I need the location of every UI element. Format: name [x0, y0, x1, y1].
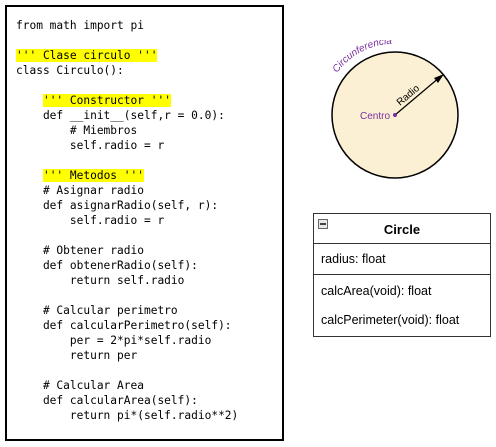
code-line: def obtenerRadio(self): — [16, 259, 198, 272]
code-line: def asignarRadio(self, r): — [16, 199, 219, 212]
uml-methods-section: calcArea(void): float calcPerimeter(void… — [314, 275, 490, 335]
uml-method: calcPerimeter(void): float — [321, 313, 460, 327]
code-panel: from math import pi ''' Clase circulo '''… — [5, 5, 284, 441]
code-line: def calcularArea(self): — [16, 394, 198, 407]
code-line: def __init__(self,r = 0.0): — [16, 109, 225, 122]
code-line: def calcularPerimetro(self): — [16, 319, 232, 332]
code-line: ''' Metodos ''' — [16, 168, 144, 183]
circle-diagram: Circunferencia Radio Centro — [331, 40, 459, 179]
code-line: ''' Constructor ''' — [16, 93, 171, 108]
code-line: return per — [16, 349, 138, 362]
code-line: ''' Clase circulo ''' — [16, 48, 158, 63]
code-line: return self.radio — [16, 274, 185, 287]
code-line: # Asignar radio — [16, 184, 144, 197]
code-line: self.radio = r — [16, 214, 165, 227]
center-label: Centro — [360, 111, 390, 122]
center-point — [393, 113, 397, 117]
code-line: class Circulo(): — [16, 64, 124, 77]
code-line: # Obtener radio — [16, 244, 144, 257]
code-line: from math import pi — [16, 19, 144, 32]
uml-class-name: Circle — [383, 222, 421, 237]
code-line: self.radio = r — [16, 139, 165, 152]
highlighted-comment: ''' Constructor ''' — [42, 94, 171, 107]
code-line: # Miembros — [16, 124, 138, 137]
code-line: per = 2*pi*self.radio — [16, 334, 212, 347]
code-line: # Calcular Area — [16, 379, 144, 392]
code-line: return pi*(self.radio**2) — [16, 409, 239, 422]
uml-method: calcArea(void): float — [321, 284, 432, 298]
uml-class-header: Circle — [314, 214, 490, 244]
highlighted-comment: ''' Metodos ''' — [42, 169, 144, 182]
uml-attributes-section: radius: float — [314, 244, 490, 275]
uml-attribute: radius: float — [321, 252, 386, 266]
uml-class-box: Circle radius: float calcArea(void): flo… — [313, 213, 491, 337]
code-line: # Calcular perimetro — [16, 304, 178, 317]
highlighted-comment: ''' Clase circulo ''' — [16, 49, 158, 62]
